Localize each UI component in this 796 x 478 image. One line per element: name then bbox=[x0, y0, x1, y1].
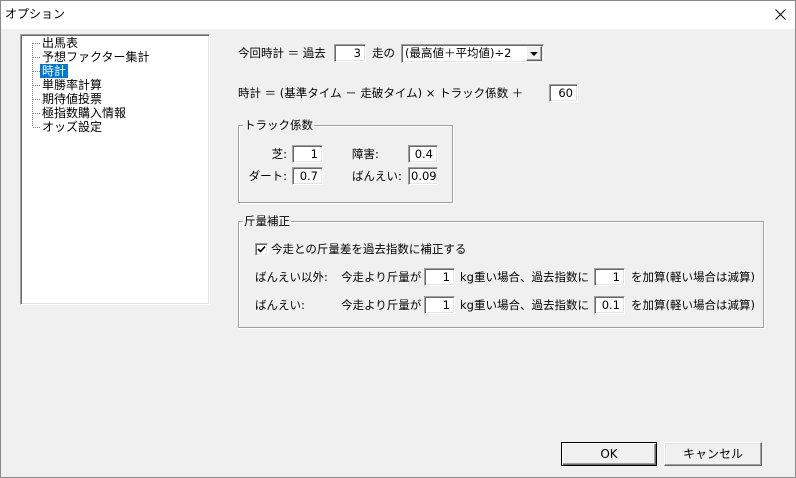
weight-text-after: を加算(軽い場合は減算) bbox=[631, 270, 755, 284]
correction-checkbox-label[interactable]: 今走との斤量差を過去指数に補正する bbox=[271, 242, 466, 256]
tree-item-expected-value-bet[interactable]: 期待値投票 bbox=[40, 92, 104, 106]
tree-item-label: 極指数購入情報 bbox=[42, 106, 127, 120]
options-dialog: オプション 出馬表 予想ファクター集計 時計 単勝率計算 期待値投票 極指数購入… bbox=[0, 0, 796, 478]
method-selected-value: (最高値＋平均値)÷2 bbox=[405, 46, 512, 60]
tree-item-label: オッズ設定 bbox=[42, 120, 103, 134]
weight-text-middle: kg重い場合、過去指数に bbox=[460, 298, 589, 312]
window-title: オプション bbox=[5, 7, 66, 21]
tree-item-label: 予想ファクター集計 bbox=[42, 50, 150, 64]
banei-add-input[interactable]: 0.1 bbox=[594, 296, 625, 314]
dropdown-button[interactable] bbox=[526, 46, 542, 61]
turf-input[interactable]: 1 bbox=[292, 145, 323, 163]
cancel-button[interactable]: キャンセル bbox=[664, 442, 762, 466]
tree-item-label: 時計 bbox=[42, 64, 67, 78]
tree-item-clock[interactable]: 時計 bbox=[40, 64, 69, 78]
banei-kg-input[interactable]: 1 bbox=[424, 296, 455, 314]
turf-label: 芝: bbox=[271, 147, 287, 161]
clock-formula-label: 時計 ＝ (基準タイム － 走破タイム) × トラック係数 ＋ bbox=[238, 86, 524, 100]
check-icon bbox=[257, 245, 266, 253]
weight-text-after: を加算(軽い場合は減算) bbox=[631, 298, 755, 312]
correction-checkbox[interactable] bbox=[255, 243, 268, 256]
banei-label: ばんえい: bbox=[352, 169, 402, 183]
non-banei-add-input[interactable]: 1 bbox=[594, 268, 625, 286]
banei-row-label: ばんえい: bbox=[255, 298, 305, 312]
title-bar[interactable]: オプション bbox=[0, 0, 796, 29]
tree-item-race-card[interactable]: 出馬表 bbox=[40, 36, 80, 50]
ok-button[interactable]: OK bbox=[561, 442, 657, 466]
past-races-input[interactable]: 3 bbox=[334, 44, 366, 62]
chevron-down-icon bbox=[530, 51, 538, 56]
tree-item-label: 単勝率計算 bbox=[42, 78, 103, 92]
obstacle-label: 障害: bbox=[352, 147, 379, 161]
close-icon bbox=[774, 8, 786, 20]
tree-item-win-rate[interactable]: 単勝率計算 bbox=[40, 78, 104, 92]
dirt-input[interactable]: 0.7 bbox=[292, 167, 323, 185]
current-clock-label: 今回時計 ＝ 過去 bbox=[238, 46, 326, 60]
weight-text-middle: kg重い場合、過去指数に bbox=[460, 270, 589, 284]
non-banei-kg-input[interactable]: 1 bbox=[424, 268, 455, 286]
group-title: トラック係数 bbox=[243, 118, 314, 132]
track-coefficient-group: トラック係数 芝: 1 障害: 0.4 ダート: 0.7 ばんえい: 0.09 bbox=[238, 118, 453, 203]
tree-item-label: 出馬表 bbox=[42, 36, 79, 50]
past-races-suffix: 走の bbox=[372, 46, 395, 60]
category-tree[interactable]: 出馬表 予想ファクター集計 時計 単勝率計算 期待値投票 極指数購入情報 オッズ… bbox=[20, 34, 210, 305]
weight-text-before: 今走より斤量が bbox=[341, 270, 422, 284]
obstacle-input[interactable]: 0.4 bbox=[408, 145, 438, 163]
banei-input[interactable]: 0.09 bbox=[408, 167, 438, 185]
method-dropdown[interactable]: (最高値＋平均値)÷2 bbox=[401, 44, 544, 63]
close-button[interactable] bbox=[764, 0, 796, 28]
tree-item-odds-settings[interactable]: オッズ設定 bbox=[40, 120, 104, 134]
weight-text-before: 今走より斤量が bbox=[341, 298, 422, 312]
tree-item-index-purchase-info[interactable]: 極指数購入情報 bbox=[40, 106, 128, 120]
tree-item-label: 期待値投票 bbox=[42, 92, 103, 106]
weight-correction-group: 斤量補正 今走との斤量差を過去指数に補正する ばんえい以外: 今走より斤量が 1… bbox=[238, 214, 764, 328]
tree-item-prediction-factors[interactable]: 予想ファクター集計 bbox=[40, 50, 152, 64]
dirt-label: ダート: bbox=[248, 169, 287, 183]
non-banei-label: ばんえい以外: bbox=[255, 270, 328, 284]
group-title: 斤量補正 bbox=[243, 214, 291, 228]
formula-constant-input[interactable]: 60 bbox=[549, 84, 578, 102]
